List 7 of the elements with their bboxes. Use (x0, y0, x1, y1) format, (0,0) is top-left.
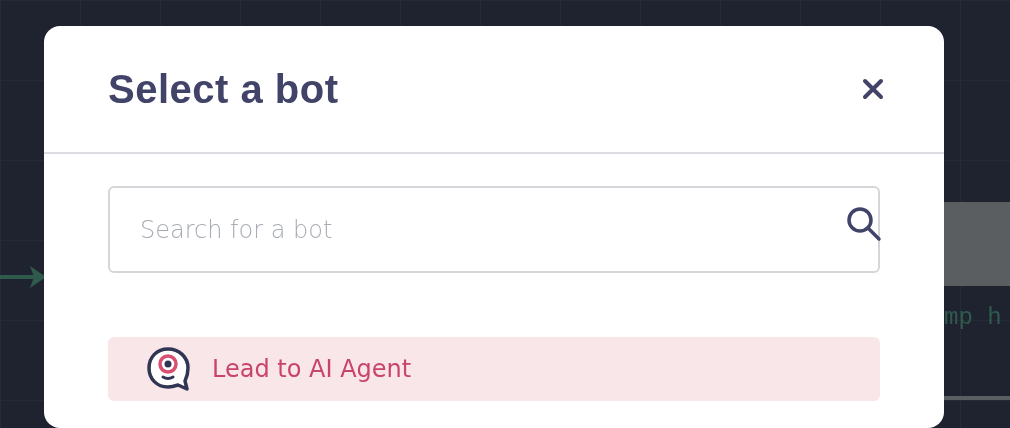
search-icon (846, 206, 882, 242)
node-border (944, 396, 1010, 400)
bot-item[interactable]: Lead to AI Agent (108, 337, 880, 401)
close-icon (862, 78, 884, 100)
dialog-title: Select a bot (108, 66, 339, 112)
chat-bot-icon (144, 345, 192, 393)
search-field[interactable]: Search for a bot (108, 186, 880, 273)
